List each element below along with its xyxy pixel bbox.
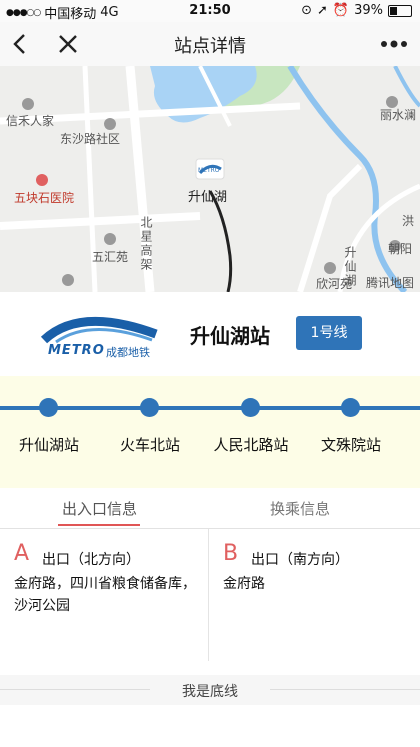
map-label-chaoyang: 朝阳 xyxy=(388,242,413,256)
line-strip: 升仙湖站 火车北站 人民北路站 文殊院站 xyxy=(0,376,420,488)
end-of-list: 我是底线 xyxy=(0,675,420,705)
info-tabs: 出入口信息 换乘信息 xyxy=(0,488,420,529)
map-label-xinyuan: 欣河苑 xyxy=(316,277,353,291)
battery-percent: 39% xyxy=(354,3,383,18)
stop-label[interactable]: 人民北路站 xyxy=(213,434,288,455)
stop-dot[interactable] xyxy=(39,398,58,417)
map-station-marker[interactable]: METRO xyxy=(198,167,220,174)
station-header: METRO 成都地铁 升仙湖站 1号线 xyxy=(0,292,420,376)
tab-active-indicator xyxy=(58,524,140,526)
end-of-list-text: 我是底线 xyxy=(182,684,238,700)
status-bar: ●●●○○ 中国移动 4G 21:50 ⊙ ➚ ⏰ 39% xyxy=(0,0,420,22)
stop-dot[interactable] xyxy=(341,398,360,417)
stop-label[interactable]: 火车北站 xyxy=(120,434,180,455)
exit-card-b: B 出口（南方向） 金府路 xyxy=(209,529,420,661)
exit-letter: A xyxy=(14,541,30,566)
map-label-lishui: 丽水澜 xyxy=(380,108,417,122)
exit-title: 出口（北方向） xyxy=(42,552,140,568)
stop-dot[interactable] xyxy=(241,398,260,417)
map-label-shengxianhu: 升仙湖 xyxy=(188,190,228,205)
location-arrow-icon: ➚ xyxy=(317,3,328,18)
stop-label[interactable]: 升仙湖站 xyxy=(19,434,79,455)
stop-label[interactable]: 文殊院站 xyxy=(321,434,381,455)
tab-exits[interactable]: 出入口信息 xyxy=(62,498,137,519)
map-label-wuhuiyuan: 五汇苑 xyxy=(92,250,129,264)
exit-letter: B xyxy=(223,541,239,566)
lock-rotation-icon: ⊙ xyxy=(301,3,312,18)
metro-logo: METRO 成都地铁 xyxy=(40,304,160,364)
map-label-beixing: 北星高架 xyxy=(139,216,153,272)
map-label-dongsha: 东沙路社区 xyxy=(60,132,121,146)
map-label-hong: 洪 xyxy=(402,214,415,228)
page-title: 站点详情 xyxy=(174,36,246,57)
metro-logo-text: METRO xyxy=(48,343,105,358)
exit-description: 金府路 xyxy=(223,576,265,592)
more-button[interactable] xyxy=(378,28,410,60)
station-name: 升仙湖站 xyxy=(190,324,270,348)
battery-icon xyxy=(388,4,412,17)
alarm-icon: ⏰ xyxy=(332,3,350,18)
tab-transfer[interactable]: 换乘信息 xyxy=(270,498,330,519)
map-label-xinhe: 信禾人家 xyxy=(6,114,55,128)
map-view[interactable]: 信禾人家 东沙路社区 五块石医院 升仙湖 五汇苑 北星高架 丽水澜 洪 朝阳 升… xyxy=(0,66,420,292)
exit-card-a: A 出口（北方向） 金府路，四川省粮食储备库，沙河公园 xyxy=(0,529,209,661)
nav-bar: 站点详情 xyxy=(0,22,420,67)
metro-logo-cn: 成都地铁 xyxy=(106,346,150,359)
line-badge[interactable]: 1号线 xyxy=(296,316,362,350)
metro-wave-icon xyxy=(40,316,158,344)
exits-panel: A 出口（北方向） 金府路，四川省粮食储备库，沙河公园 B 出口（南方向） 金府… xyxy=(0,529,420,661)
map-attribution: 腾讯地图 xyxy=(366,276,415,290)
exit-title: 出口（南方向） xyxy=(251,552,349,568)
map-label-wukuaishi: 五块石医院 xyxy=(14,191,75,205)
stop-dot[interactable] xyxy=(140,398,159,417)
exit-description: 金府路，四川省粮食储备库，沙河公园 xyxy=(14,576,196,614)
more-dots-icon xyxy=(381,40,407,48)
